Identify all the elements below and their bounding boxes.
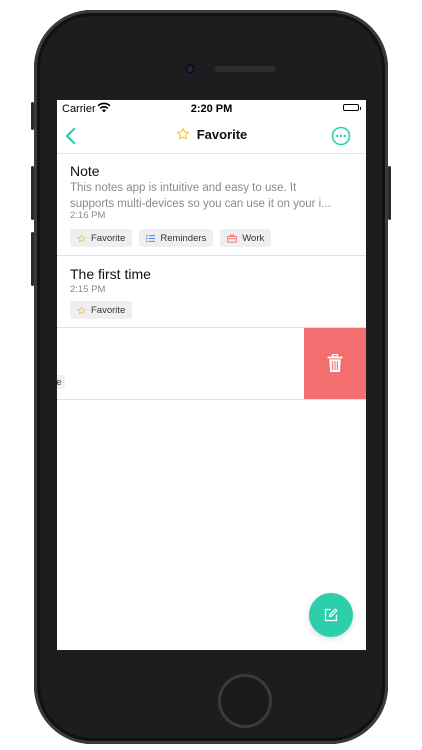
volume-down-button	[31, 232, 34, 286]
tag-label: Favorite	[91, 232, 126, 244]
trash-icon	[327, 354, 343, 372]
speaker-grille	[214, 66, 276, 72]
tag-favorite[interactable]: Favorite	[70, 229, 133, 247]
mute-switch	[31, 102, 34, 130]
note-timestamp: 2:15 PM	[70, 284, 106, 295]
front-camera	[185, 64, 195, 74]
tag-list: Favorite Reminders Work	[70, 229, 272, 247]
tag-favorite[interactable]: Favorite	[70, 301, 133, 319]
tag-label: Work	[242, 232, 265, 244]
tag-label: Favorite	[91, 304, 126, 316]
note-preview-line: This notes app is intuitive and easy to …	[70, 182, 297, 194]
volume-up-button	[31, 166, 34, 220]
compose-note-button[interactable]	[309, 593, 353, 637]
note-list-item[interactable]: The first time 2:15 PM Favorite	[57, 256, 366, 328]
tag-list: Favorite	[70, 301, 133, 319]
swiped-note-row[interactable]: e	[57, 328, 366, 400]
list-icon	[146, 234, 156, 242]
edit-icon	[324, 608, 338, 622]
star-icon	[176, 127, 190, 144]
tag-work[interactable]: Work	[220, 229, 272, 247]
more-options-button[interactable]	[331, 126, 351, 146]
clock: 2:20 PM	[190, 103, 233, 115]
tag-reminders[interactable]: Reminders	[139, 229, 214, 247]
note-timestamp: 2:16 PM	[70, 210, 106, 221]
status-bar: Carrier 2:20 PM	[57, 100, 366, 118]
page-title-label: Favorite	[196, 127, 248, 142]
note-preview-line: supports multi-devices so you can use it…	[70, 198, 331, 210]
swiped-row-edge: e	[57, 375, 65, 389]
page-title: Favorite	[57, 127, 366, 144]
note-title: The first time	[70, 266, 151, 282]
app-screen: Carrier 2:20 PM Favorite Note This notes…	[57, 100, 366, 650]
star-icon	[77, 306, 86, 314]
tag-label: Reminders	[160, 232, 207, 244]
battery-icon	[343, 104, 361, 111]
note-preview: This notes app is intuitive and easy to …	[70, 180, 354, 212]
home-button[interactable]	[218, 674, 272, 728]
delete-button[interactable]	[304, 328, 366, 399]
power-button	[388, 166, 391, 220]
briefcase-icon	[227, 234, 238, 243]
star-icon	[77, 234, 86, 242]
note-title: Note	[70, 163, 100, 179]
navigation-bar: Favorite	[57, 118, 366, 154]
more-icon	[331, 126, 351, 146]
note-list-item[interactable]: Note This notes app is intuitive and eas…	[57, 154, 366, 256]
